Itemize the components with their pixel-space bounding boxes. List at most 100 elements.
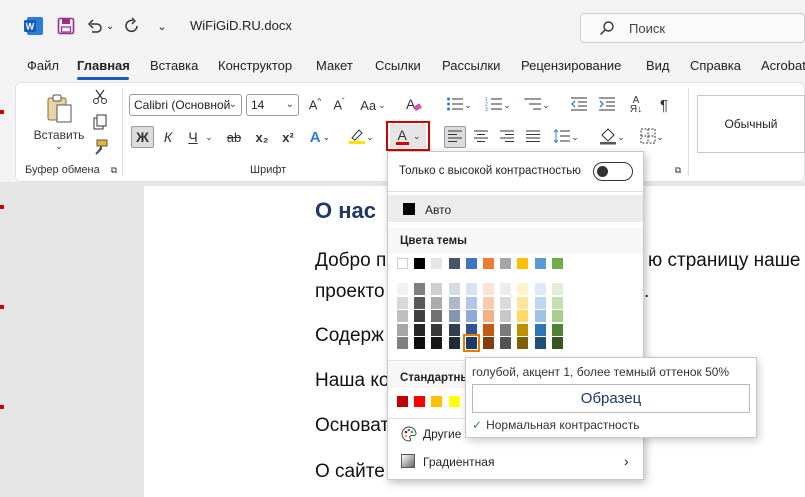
theme-shade-swatch[interactable] (414, 310, 426, 322)
subscript-button[interactable]: x₂ (251, 126, 273, 148)
grow-font-button[interactable]: A^ (305, 94, 325, 116)
theme-shade-swatch[interactable] (551, 310, 563, 322)
theme-shade-swatch[interactable] (483, 296, 494, 309)
align-center-button[interactable] (470, 126, 492, 148)
bullets-button[interactable]: ⌄ (444, 94, 474, 116)
high-contrast-toggle[interactable] (593, 162, 633, 181)
theme-shade-swatch[interactable] (517, 296, 529, 309)
theme-color-swatch[interactable] (448, 258, 460, 269)
theme-shade-swatch[interactable] (483, 310, 494, 322)
theme-shade-swatch[interactable] (534, 323, 546, 336)
theme-shade-swatch[interactable] (431, 283, 443, 295)
standard-color-swatch[interactable] (414, 396, 426, 407)
tab-acrobat[interactable]: Acrobat (761, 58, 805, 73)
theme-shade-swatch[interactable] (500, 323, 512, 336)
show-marks-button[interactable]: ¶ (654, 94, 674, 116)
theme-shade-swatch[interactable] (534, 310, 546, 322)
theme-color-swatch[interactable] (500, 258, 512, 269)
theme-shade-swatch[interactable] (414, 323, 426, 336)
justify-button[interactable] (522, 126, 544, 148)
underline-chevron-icon[interactable]: ⌄ (203, 126, 215, 148)
theme-shade-swatch[interactable] (551, 283, 563, 295)
tab-help[interactable]: Справка (690, 58, 741, 73)
standard-color-swatch[interactable] (397, 396, 408, 407)
tab-home[interactable]: Главная (77, 58, 130, 73)
theme-shade-swatch[interactable] (462, 334, 480, 352)
theme-shade-swatch[interactable] (517, 337, 529, 349)
theme-color-swatch[interactable] (431, 258, 443, 269)
text-effects-button[interactable]: A ⌄ (305, 126, 335, 148)
theme-shade-swatch[interactable] (397, 310, 408, 322)
theme-shade-swatch[interactable] (414, 283, 426, 295)
undo-icon[interactable] (86, 14, 104, 38)
theme-shade-swatch[interactable] (465, 283, 477, 295)
tab-file[interactable]: Файл (27, 58, 59, 73)
copy-button[interactable] (90, 113, 110, 133)
format-painter-button[interactable] (90, 138, 110, 158)
theme-shade-swatch[interactable] (448, 323, 460, 336)
paste-button[interactable]: Вставить ⌄ (32, 88, 86, 156)
tab-design[interactable]: Конструктор (218, 58, 292, 73)
clipboard-launcher-icon[interactable]: ⧉ (109, 165, 119, 175)
theme-shade-swatch[interactable] (465, 310, 477, 322)
redo-icon[interactable] (122, 14, 142, 38)
theme-shade-swatch[interactable] (431, 296, 443, 309)
theme-shade-swatch[interactable] (500, 296, 512, 309)
cut-button[interactable] (90, 88, 110, 108)
undo-dropdown-chevron-icon[interactable]: ⌄ (105, 14, 115, 38)
increase-indent-button[interactable] (596, 94, 618, 116)
sort-button[interactable]: A Я↓ (626, 94, 646, 116)
theme-shade-swatch[interactable] (551, 337, 563, 349)
theme-color-swatch[interactable] (397, 258, 408, 269)
tab-view[interactable]: Вид (646, 58, 670, 73)
theme-shade-swatch[interactable] (431, 310, 443, 322)
style-normal[interactable]: Обычный (697, 95, 805, 153)
superscript-button[interactable]: x² (277, 126, 299, 148)
line-spacing-button[interactable]: ⌄ (550, 126, 582, 148)
theme-shade-swatch[interactable] (517, 283, 529, 295)
theme-shade-swatch[interactable] (551, 296, 563, 309)
theme-shade-swatch[interactable] (534, 283, 546, 295)
theme-color-swatch[interactable] (517, 258, 529, 269)
theme-color-swatch[interactable] (414, 258, 426, 269)
gradient-row[interactable]: Градиентная › (388, 450, 643, 474)
theme-shade-swatch[interactable] (414, 337, 426, 349)
shading-button[interactable]: ⌄ (596, 126, 628, 148)
high-contrast-row[interactable]: Только с высокой контрастностью (388, 152, 643, 190)
theme-shade-swatch[interactable] (431, 337, 443, 349)
theme-color-swatch[interactable] (483, 258, 494, 269)
standard-color-swatch[interactable] (448, 396, 460, 407)
theme-shade-swatch[interactable] (431, 323, 443, 336)
theme-shade-swatch[interactable] (397, 296, 408, 309)
numbering-button[interactable]: 1 2 3 ⌄ (483, 94, 513, 116)
search-input[interactable]: Поиск (580, 13, 805, 43)
theme-shade-swatch[interactable] (517, 323, 529, 336)
theme-shade-swatch[interactable] (448, 337, 460, 349)
theme-color-swatch[interactable] (534, 258, 546, 269)
theme-shade-swatch[interactable] (397, 283, 408, 295)
strikethrough-button[interactable]: ab (223, 126, 245, 148)
theme-shade-swatch[interactable] (414, 296, 426, 309)
tab-mailings[interactable]: Рассылки (442, 58, 500, 73)
theme-shade-swatch[interactable] (448, 310, 460, 322)
tab-insert[interactable]: Вставка (150, 58, 198, 73)
theme-shade-swatch[interactable] (483, 283, 494, 295)
change-case-button[interactable]: Aa ⌄ (358, 94, 388, 116)
theme-shade-swatch[interactable] (448, 296, 460, 309)
theme-shade-swatch[interactable] (465, 296, 477, 309)
theme-color-swatch[interactable] (465, 258, 477, 269)
standard-color-swatch[interactable] (431, 396, 443, 407)
theme-shade-swatch[interactable] (500, 310, 512, 322)
theme-shade-swatch[interactable] (534, 337, 546, 349)
theme-color-swatch[interactable] (551, 258, 563, 269)
align-right-button[interactable] (496, 126, 518, 148)
theme-shade-swatch[interactable] (500, 337, 512, 349)
theme-shade-swatch[interactable] (448, 283, 460, 295)
bold-button[interactable]: Ж (131, 126, 154, 148)
shrink-font-button[interactable]: Aˇ (329, 94, 349, 116)
italic-button[interactable]: К (158, 126, 178, 148)
theme-shade-swatch[interactable] (500, 283, 512, 295)
theme-shade-swatch[interactable] (397, 323, 408, 336)
decrease-indent-button[interactable] (568, 94, 590, 116)
theme-shade-swatch[interactable] (517, 310, 529, 322)
